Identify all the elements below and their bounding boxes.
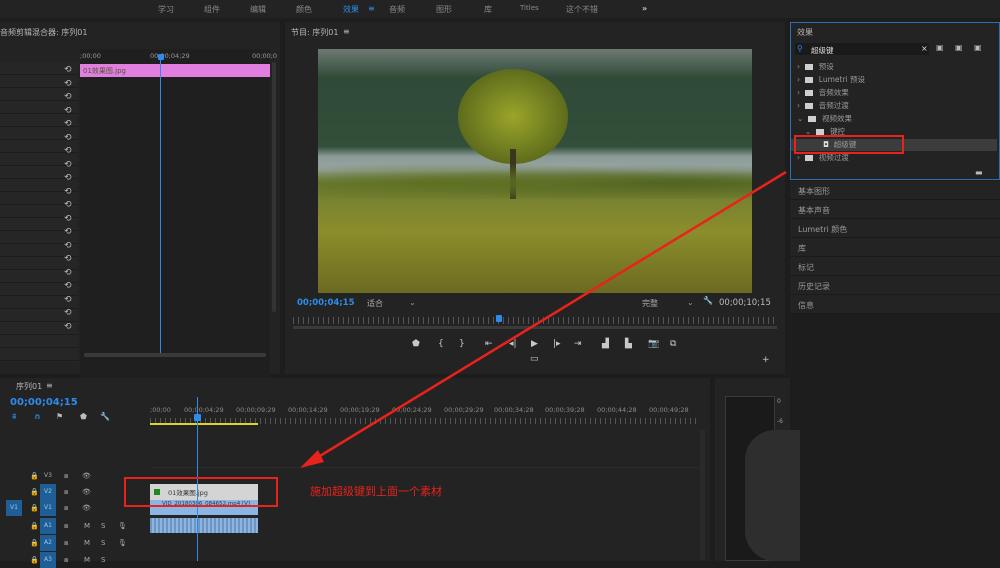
annotation-arrow	[300, 170, 787, 468]
